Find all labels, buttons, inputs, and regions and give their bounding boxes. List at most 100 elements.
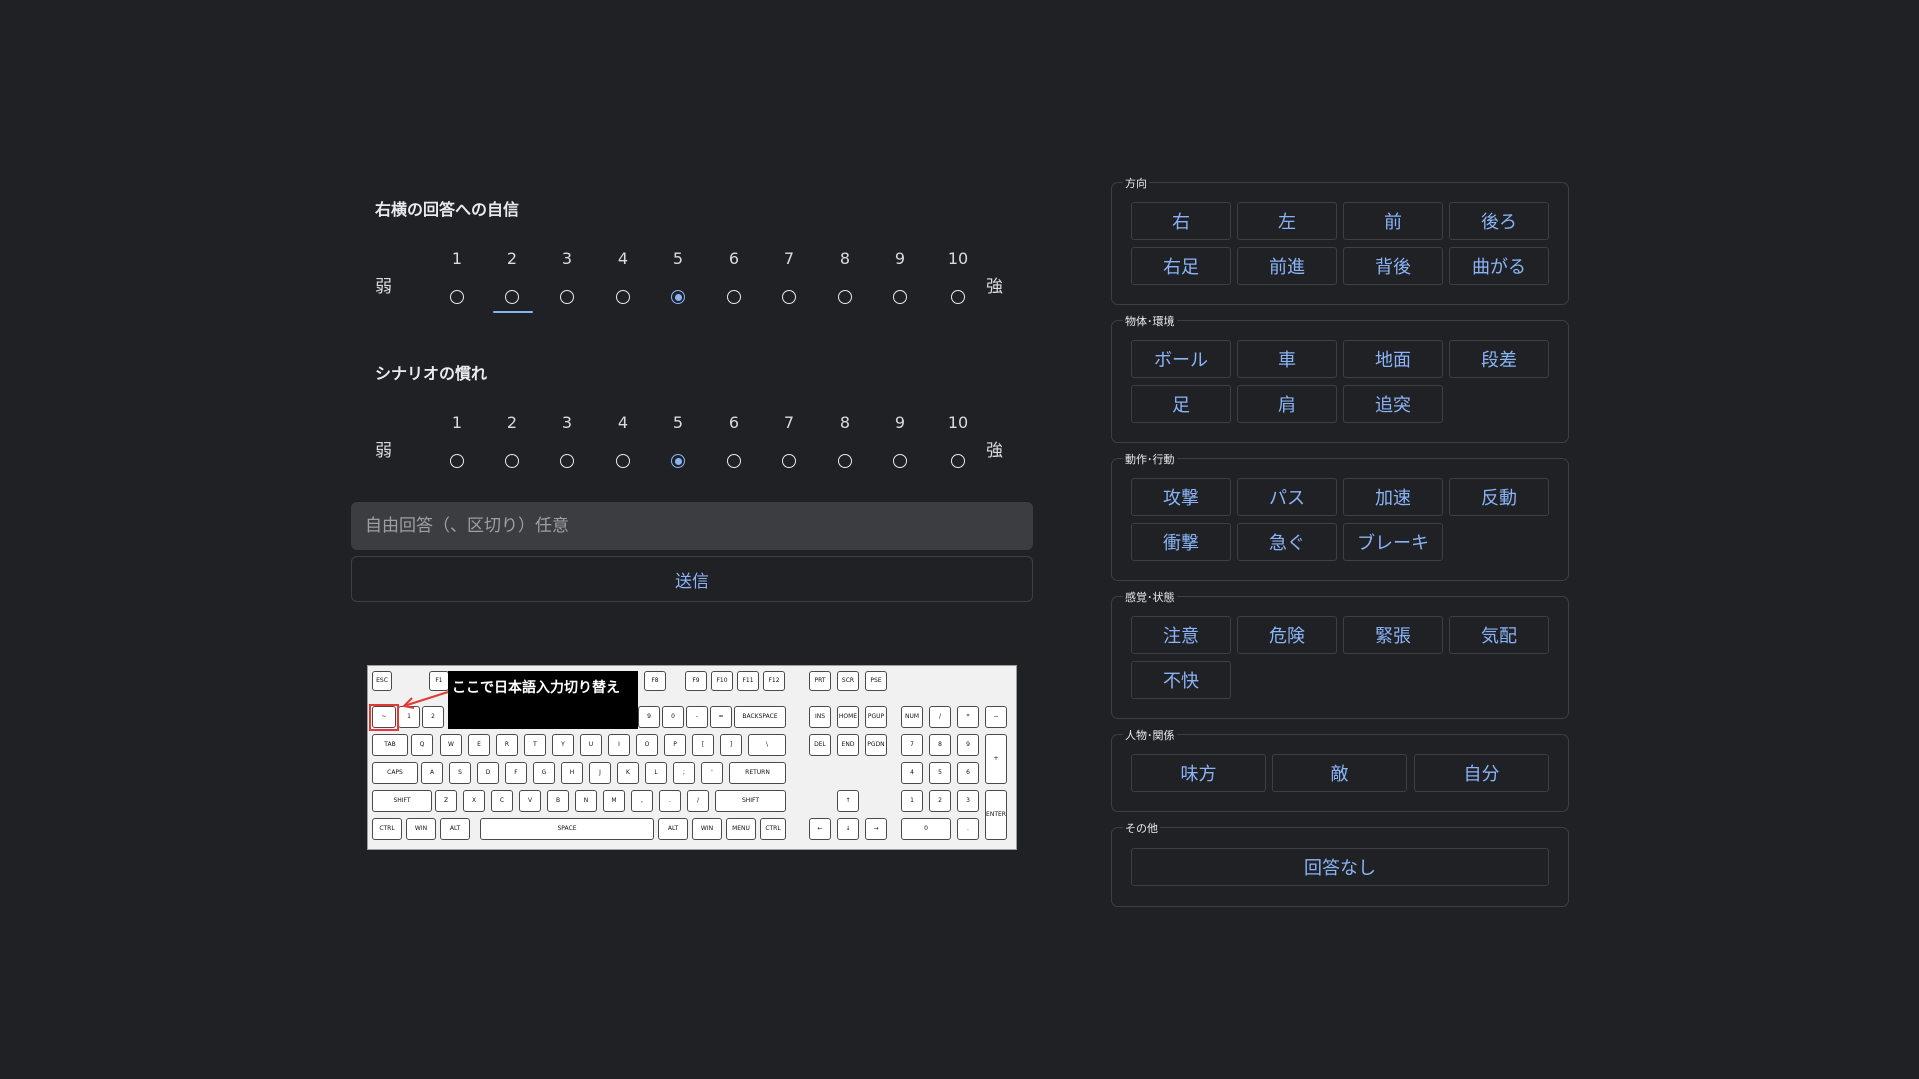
key-end: END [837, 734, 859, 756]
familiarity-radio-9[interactable] [893, 454, 907, 468]
key-num-plus: + [985, 734, 1007, 784]
tag-button[interactable]: ボール [1131, 340, 1231, 378]
familiarity-option-2[interactable]: 2 [492, 412, 532, 468]
key-home: HOME [837, 706, 859, 728]
confidence-radio-9[interactable] [893, 290, 907, 304]
tag-button[interactable]: 注意 [1131, 616, 1231, 654]
key-period: . [659, 790, 681, 812]
tag-button[interactable]: 前進 [1237, 247, 1337, 285]
familiarity-radio-6[interactable] [727, 454, 741, 468]
tag-button[interactable]: 右 [1131, 202, 1231, 240]
familiarity-option-5[interactable]: 5 [658, 412, 698, 468]
confidence-option-3[interactable]: 3 [547, 248, 587, 304]
familiarity-option-4[interactable]: 4 [603, 412, 643, 468]
tag-button[interactable]: 敵 [1272, 754, 1407, 792]
key-win-left: WIN [406, 818, 436, 840]
familiarity-option-label: 4 [617, 413, 629, 432]
confidence-radio-4[interactable] [616, 290, 630, 304]
tag-button[interactable]: 不快 [1131, 661, 1231, 699]
tag-button[interactable]: パス [1237, 478, 1337, 516]
familiarity-radio-7[interactable] [782, 454, 796, 468]
confidence-option-10[interactable]: 10 [938, 248, 978, 304]
key-num-9: 9 [957, 734, 979, 756]
key-alt-right: ALT [658, 818, 688, 840]
tag-button[interactable]: 段差 [1449, 340, 1549, 378]
confidence-radio-2[interactable] [505, 290, 519, 304]
key-num-1: 1 [901, 790, 923, 812]
tag-button[interactable]: 自分 [1414, 754, 1549, 792]
familiarity-radio-5[interactable] [671, 454, 685, 468]
key-m: M [603, 790, 625, 812]
key-del: DEL [809, 734, 831, 756]
familiarity-radio-2[interactable] [505, 454, 519, 468]
familiarity-radio-3[interactable] [560, 454, 574, 468]
tag-button[interactable]: ブレーキ [1343, 523, 1443, 561]
confidence-option-2[interactable]: 2 [492, 248, 533, 313]
familiarity-option-6[interactable]: 6 [714, 412, 754, 468]
familiarity-radio-4[interactable] [616, 454, 630, 468]
familiarity-option-9[interactable]: 9 [880, 412, 920, 468]
key-y: Y [552, 734, 574, 756]
familiarity-radio-10[interactable] [951, 454, 965, 468]
tag-button[interactable]: 味方 [1131, 754, 1266, 792]
confidence-option-9[interactable]: 9 [880, 248, 920, 304]
tag-button[interactable]: 左 [1237, 202, 1337, 240]
tag-button[interactable]: 足 [1131, 385, 1231, 423]
tag-button[interactable]: 急ぐ [1237, 523, 1337, 561]
confidence-option-label: 3 [561, 249, 573, 268]
familiarity-option-7[interactable]: 7 [769, 412, 809, 468]
key-lbracket: [ [692, 734, 714, 756]
group-title: 物体･環境 [1123, 313, 1177, 329]
tag-button-no-answer[interactable]: 回答なし [1131, 848, 1549, 886]
tag-button[interactable]: 気配 [1449, 616, 1549, 654]
familiarity-option-10[interactable]: 10 [938, 412, 978, 468]
group-title: 人物･関係 [1123, 727, 1177, 743]
key-num-7: 7 [901, 734, 923, 756]
tag-button[interactable]: 肩 [1237, 385, 1337, 423]
tag-button[interactable]: 前 [1343, 202, 1443, 240]
tag-button[interactable]: 車 [1237, 340, 1337, 378]
confidence-radio-10[interactable] [951, 290, 965, 304]
confidence-option-6[interactable]: 6 [714, 248, 754, 304]
tag-button[interactable]: 攻撃 [1131, 478, 1231, 516]
tag-button[interactable]: 緊張 [1343, 616, 1443, 654]
confidence-option-5[interactable]: 5 [658, 248, 698, 304]
tag-button[interactable]: 地面 [1343, 340, 1443, 378]
tag-button[interactable]: 加速 [1343, 478, 1443, 516]
familiarity-option-1[interactable]: 1 [437, 412, 477, 468]
confidence-radio-5[interactable] [671, 290, 685, 304]
familiarity-radio-8[interactable] [838, 454, 852, 468]
key-slash: / [687, 790, 709, 812]
key-menu: MENU [726, 818, 756, 840]
key-pause: PSE [865, 671, 887, 691]
free-answer-input[interactable] [351, 502, 1033, 550]
confidence-radio-1[interactable] [450, 290, 464, 304]
tag-button[interactable]: 右足 [1131, 247, 1231, 285]
familiarity-strong-label: 強 [986, 441, 1003, 461]
familiarity-option-8[interactable]: 8 [825, 412, 865, 468]
key-num-enter: ENTER [985, 790, 1007, 840]
key-comma: , [631, 790, 653, 812]
tag-button[interactable]: 背後 [1343, 247, 1443, 285]
confidence-option-7[interactable]: 7 [769, 248, 809, 304]
key-h: H [561, 762, 583, 784]
tag-button[interactable]: 追突 [1343, 385, 1443, 423]
tag-button[interactable]: 後ろ [1449, 202, 1549, 240]
confidence-radio-3[interactable] [560, 290, 574, 304]
submit-button[interactable]: 送信 [351, 556, 1033, 602]
tag-button[interactable]: 衝撃 [1131, 523, 1231, 561]
confidence-option-1[interactable]: 1 [437, 248, 477, 304]
confidence-radio-7[interactable] [782, 290, 796, 304]
group-title: 動作･行動 [1123, 451, 1177, 467]
tag-button[interactable]: 反動 [1449, 478, 1549, 516]
confidence-option-8[interactable]: 8 [825, 248, 865, 304]
confidence-option-4[interactable]: 4 [603, 248, 643, 304]
familiarity-option-3[interactable]: 3 [547, 412, 587, 468]
confidence-radio-8[interactable] [838, 290, 852, 304]
key-o: O [636, 734, 658, 756]
confidence-radio-6[interactable] [727, 290, 741, 304]
familiarity-radio-1[interactable] [450, 454, 464, 468]
tag-button[interactable]: 曲がる [1449, 247, 1549, 285]
key-scroll-lock: SCR [837, 671, 859, 691]
tag-button[interactable]: 危険 [1237, 616, 1337, 654]
